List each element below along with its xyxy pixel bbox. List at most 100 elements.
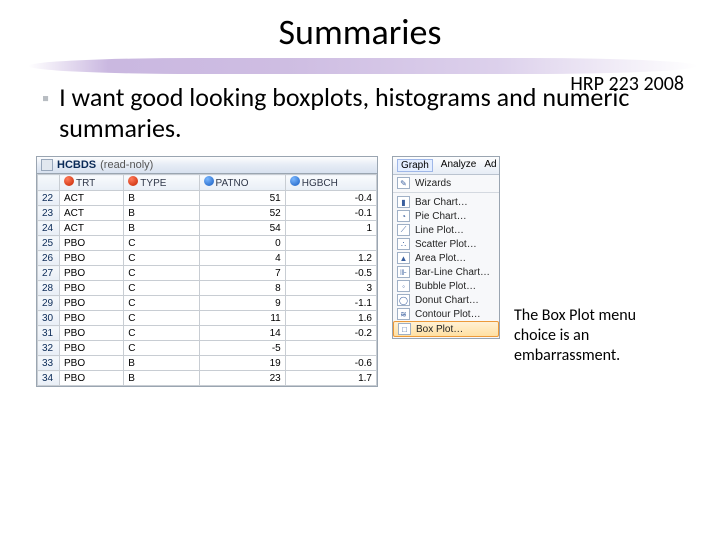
menu-item-label: Bar Chart…: [415, 197, 468, 208]
cell[interactable]: PBO: [60, 341, 124, 356]
table-row[interactable]: 27PBOC7-0.5: [38, 266, 377, 281]
data-window: HCBDS (read-noly) TRTTYPEPATNOHGBCH22ACT…: [36, 156, 378, 387]
menubar-item[interactable]: Ad: [484, 159, 496, 172]
cell[interactable]: 1.2: [285, 251, 376, 266]
row-number: 33: [38, 356, 60, 371]
cell[interactable]: 3: [285, 281, 376, 296]
cell[interactable]: C: [124, 251, 199, 266]
cell[interactable]: 19: [199, 356, 285, 371]
table-row[interactable]: 28PBOC83: [38, 281, 377, 296]
cell[interactable]: PBO: [60, 266, 124, 281]
cell[interactable]: PBO: [60, 296, 124, 311]
cell[interactable]: PBO: [60, 236, 124, 251]
cell[interactable]: ACT: [60, 206, 124, 221]
cell[interactable]: 7: [199, 266, 285, 281]
table-row[interactable]: 29PBOC9-1.1: [38, 296, 377, 311]
cell[interactable]: -5: [199, 341, 285, 356]
menu-item-label: Contour Plot…: [415, 309, 481, 320]
menu-item[interactable]: ≋ Contour Plot…: [393, 307, 499, 321]
table-row[interactable]: 26PBOC41.2: [38, 251, 377, 266]
cell[interactable]: 8: [199, 281, 285, 296]
row-number: 32: [38, 341, 60, 356]
menu-item[interactable]: ∴Scatter Plot…: [393, 237, 499, 251]
table-row[interactable]: 32PBOC-5: [38, 341, 377, 356]
menu-item[interactable]: ▲Area Plot…: [393, 251, 499, 265]
menu-item[interactable]: ▮Bar Chart…: [393, 195, 499, 209]
menu-item[interactable]: ◦Bubble Plot…: [393, 279, 499, 293]
table-row[interactable]: 30PBOC111.6: [38, 311, 377, 326]
column-header[interactable]: PATNO: [199, 175, 285, 191]
row-number: 29: [38, 296, 60, 311]
cell[interactable]: C: [124, 281, 199, 296]
cell[interactable]: 9: [199, 296, 285, 311]
cell[interactable]: PBO: [60, 371, 124, 386]
cell[interactable]: C: [124, 341, 199, 356]
cell[interactable]: B: [124, 371, 199, 386]
menu-item[interactable]: □Box Plot…: [393, 321, 499, 337]
dataset-mode: (read-noly): [100, 159, 153, 171]
cell[interactable]: PBO: [60, 251, 124, 266]
table-row[interactable]: 23ACTB52-0.1: [38, 206, 377, 221]
cell[interactable]: C: [124, 266, 199, 281]
cell[interactable]: PBO: [60, 281, 124, 296]
cell[interactable]: -0.2: [285, 326, 376, 341]
cell[interactable]: C: [124, 296, 199, 311]
column-header[interactable]: TYPE: [124, 175, 199, 191]
row-number: 22: [38, 191, 60, 206]
cell[interactable]: 0: [199, 236, 285, 251]
categorical-icon: [64, 176, 74, 186]
cell[interactable]: 54: [199, 221, 285, 236]
cell[interactable]: 1.6: [285, 311, 376, 326]
cell[interactable]: 4: [199, 251, 285, 266]
graph-menu: Graph Analyze Ad ✎Wizards ▮Bar Chart…◔Pie C…: [392, 156, 500, 339]
cell[interactable]: -0.1: [285, 206, 376, 221]
row-number: 23: [38, 206, 60, 221]
cell[interactable]: B: [124, 206, 199, 221]
cell[interactable]: 1: [285, 221, 376, 236]
table-row[interactable]: 33PBOB19-0.6: [38, 356, 377, 371]
table-row[interactable]: 31PBOC14-0.2: [38, 326, 377, 341]
cell[interactable]: B: [124, 356, 199, 371]
cell[interactable]: ACT: [60, 221, 124, 236]
cell[interactable]: B: [124, 191, 199, 206]
cell[interactable]: -0.4: [285, 191, 376, 206]
dataset-name: HCBDS: [57, 159, 96, 171]
window-titlebar: HCBDS (read-noly): [37, 157, 377, 174]
column-header[interactable]: HGBCH: [285, 175, 376, 191]
menu-item[interactable]: ◔Pie Chart…: [393, 209, 499, 223]
table-row[interactable]: 25PBOC0: [38, 236, 377, 251]
menu-item[interactable]: ◯Donut Chart…: [393, 293, 499, 307]
cell[interactable]: PBO: [60, 326, 124, 341]
cell[interactable]: PBO: [60, 311, 124, 326]
cell[interactable]: ACT: [60, 191, 124, 206]
cell[interactable]: C: [124, 326, 199, 341]
cell[interactable]: -0.6: [285, 356, 376, 371]
chart-type-icon: ≋: [397, 308, 410, 320]
menu-heading: ✎Wizards: [393, 176, 499, 193]
cell[interactable]: [285, 236, 376, 251]
cell[interactable]: -1.1: [285, 296, 376, 311]
cell[interactable]: [285, 341, 376, 356]
cell[interactable]: -0.5: [285, 266, 376, 281]
cell[interactable]: 23: [199, 371, 285, 386]
table-row[interactable]: 24ACTB541: [38, 221, 377, 236]
cell[interactable]: 51: [199, 191, 285, 206]
column-header[interactable]: TRT: [60, 175, 124, 191]
cell[interactable]: C: [124, 236, 199, 251]
cell[interactable]: B: [124, 221, 199, 236]
cell[interactable]: C: [124, 311, 199, 326]
table-row[interactable]: 34PBOB231.7: [38, 371, 377, 386]
course-tag: HRP 223 2008: [570, 72, 684, 96]
numeric-icon: [204, 176, 214, 186]
cell[interactable]: PBO: [60, 356, 124, 371]
cell[interactable]: 14: [199, 326, 285, 341]
menu-item[interactable]: ⊪Bar-Line Chart…: [393, 265, 499, 279]
cell[interactable]: 11: [199, 311, 285, 326]
cell[interactable]: 1.7: [285, 371, 376, 386]
menubar-item[interactable]: Analyze: [441, 159, 477, 172]
table-row[interactable]: 22ACTB51-0.4: [38, 191, 377, 206]
row-number: 26: [38, 251, 60, 266]
cell[interactable]: 52: [199, 206, 285, 221]
menubar-item[interactable]: Graph: [397, 159, 433, 172]
menu-item[interactable]: ⟋Line Plot…: [393, 223, 499, 237]
